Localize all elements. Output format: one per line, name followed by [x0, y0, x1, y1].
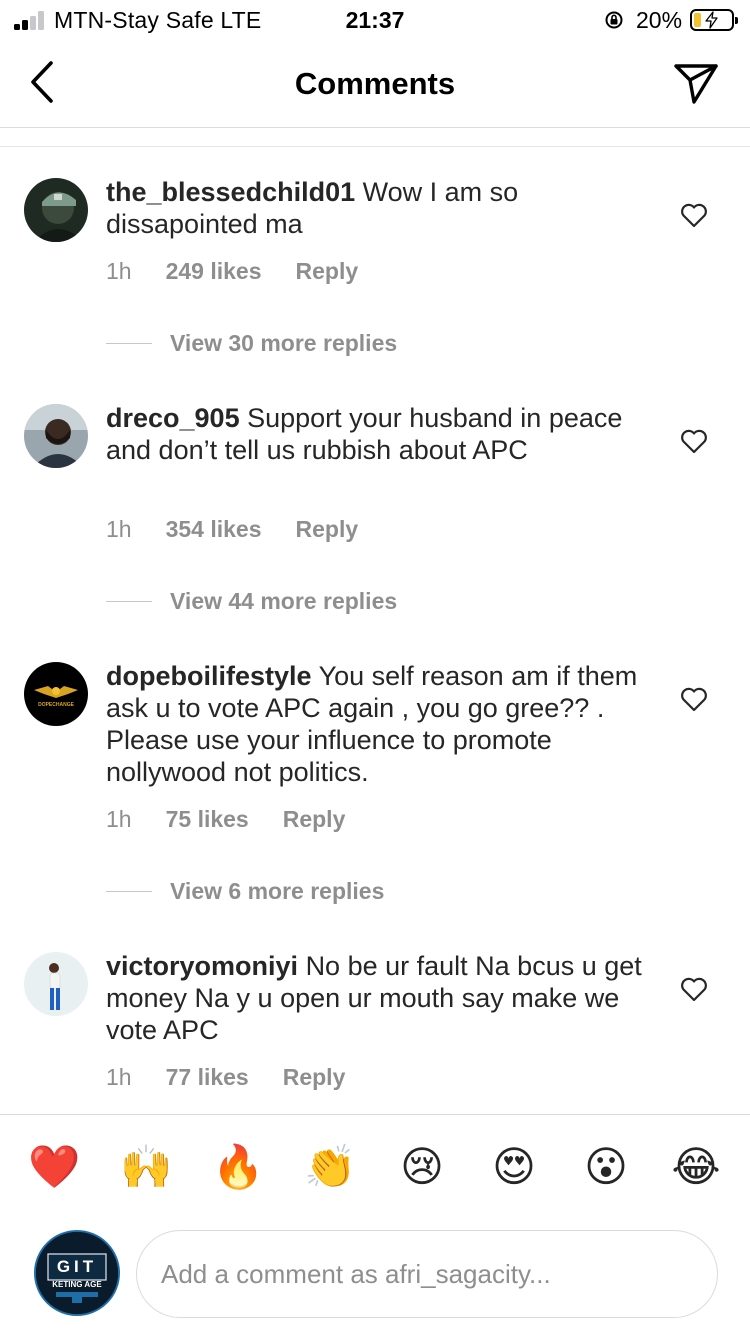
avatar[interactable]: [24, 178, 88, 242]
status-bar: MTN-Stay Safe LTE 21:37 20%: [0, 0, 750, 42]
avatar[interactable]: [24, 404, 88, 468]
view-replies-label: View 30 more replies: [170, 330, 398, 356]
emoji-clapping-button[interactable]: 👏: [304, 1141, 356, 1193]
comment-body: dopeboilifestyle You self reason am if t…: [106, 660, 646, 788]
emoji-bar: ❤️ 🙌 🔥 👏 😢 😍 😮 😂: [0, 1114, 750, 1214]
paper-plane-icon: [674, 64, 718, 104]
view-replies-button[interactable]: View 30 more replies: [106, 330, 397, 357]
comment-username[interactable]: dopeboilifestyle: [106, 661, 312, 691]
comment-input[interactable]: [136, 1230, 718, 1318]
avatar[interactable]: DOPECHANGE: [24, 662, 88, 726]
comment-meta: 1h 77 likes Reply: [106, 1064, 379, 1091]
likes-count[interactable]: 249 likes: [166, 258, 262, 285]
view-replies-label: View 6 more replies: [170, 878, 385, 904]
comment-meta: 1h 75 likes Reply: [106, 806, 379, 833]
my-avatar[interactable]: GIT KETING AGE: [34, 1230, 120, 1316]
comment-body: dreco_905 Support your husband in peace …: [106, 402, 646, 466]
reply-button[interactable]: Reply: [283, 1064, 346, 1091]
like-heart-icon[interactable]: [680, 202, 708, 228]
header: Comments: [0, 42, 750, 128]
view-replies-button[interactable]: View 44 more replies: [106, 588, 397, 615]
avatar-text-top: GIT: [57, 1257, 97, 1276]
comment-body: the_blessedchild01 Wow I am so dissapoin…: [106, 176, 646, 240]
emoji-raising-hands-button[interactable]: 🙌: [120, 1141, 172, 1193]
divider-line: [106, 891, 152, 892]
divider-line: [106, 343, 152, 344]
battery-icon: [690, 9, 738, 31]
avatar-text-bottom: KETING AGE: [52, 1280, 102, 1289]
comment-username[interactable]: dreco_905: [106, 403, 240, 433]
like-heart-icon[interactable]: [680, 976, 708, 1002]
battery-percent: 20%: [636, 7, 683, 33]
like-heart-icon[interactable]: [680, 686, 708, 712]
reply-button[interactable]: Reply: [283, 806, 346, 833]
emoji-fire-button[interactable]: 🔥: [212, 1141, 264, 1193]
orientation-lock-icon: [605, 11, 623, 29]
view-replies-label: View 44 more replies: [170, 588, 398, 614]
comment-username[interactable]: victoryomoniyi: [106, 951, 298, 981]
divider-line: [106, 601, 152, 602]
comment-username[interactable]: the_blessedchild01: [106, 177, 355, 207]
likes-count[interactable]: 77 likes: [166, 1064, 249, 1091]
likes-count[interactable]: 75 likes: [166, 806, 249, 833]
emoji-laughing-button[interactable]: 😂: [670, 1141, 722, 1193]
share-button[interactable]: [672, 62, 720, 106]
comment-meta: 1h 354 likes Reply: [106, 516, 392, 543]
emoji-crying-button[interactable]: 😢: [396, 1141, 448, 1193]
divider: [0, 146, 750, 147]
emoji-heart-eyes-button[interactable]: 😍: [488, 1141, 540, 1193]
reply-button[interactable]: Reply: [296, 516, 359, 543]
charging-bolt-icon: [705, 11, 718, 29]
comment-meta: 1h 249 likes Reply: [106, 258, 392, 285]
emoji-surprised-button[interactable]: 😮: [580, 1141, 632, 1193]
like-heart-icon[interactable]: [680, 428, 708, 454]
reply-button[interactable]: Reply: [296, 258, 359, 285]
comment-time: 1h: [106, 1064, 132, 1090]
likes-count[interactable]: 354 likes: [166, 516, 262, 543]
battery-fill: [694, 13, 702, 27]
comment-time: 1h: [106, 258, 132, 284]
avatar[interactable]: [24, 952, 88, 1016]
comment-body: victoryomoniyi No be ur fault Na bcus u …: [106, 950, 646, 1046]
avatar-logo-text: DOPECHANGE: [38, 702, 75, 708]
emoji-heart-button[interactable]: ❤️: [28, 1141, 80, 1193]
page-title: Comments: [294, 66, 456, 101]
comment-time: 1h: [106, 806, 132, 832]
comment-time: 1h: [106, 516, 132, 542]
view-replies-button[interactable]: View 6 more replies: [106, 878, 384, 905]
